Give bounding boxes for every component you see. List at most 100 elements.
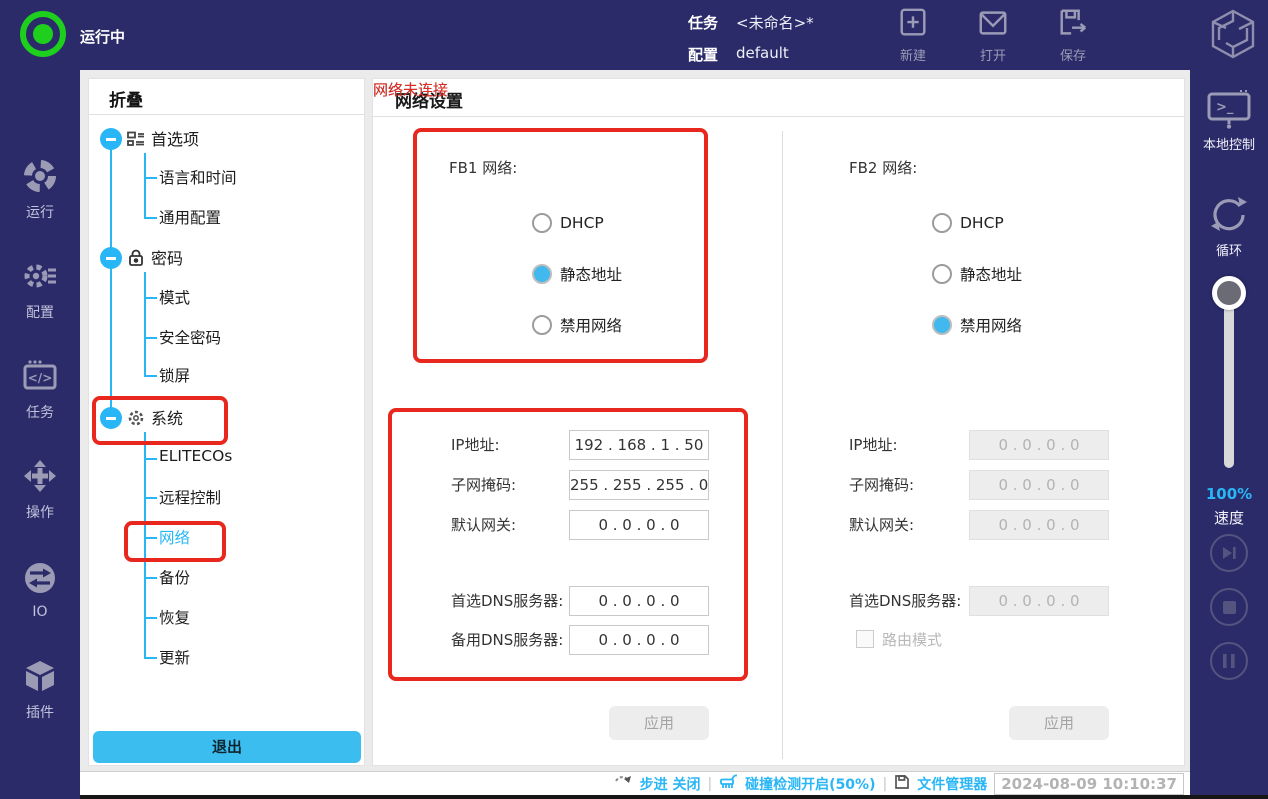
sidebar-item-operate[interactable]: 操作 — [0, 458, 80, 522]
fb1-ip-input[interactable]: 192 . 168 . 1 . 50 — [569, 430, 709, 460]
tree-collapse-node[interactable] — [100, 247, 122, 269]
sidebar-item-run[interactable]: 运行 — [0, 158, 80, 222]
column-divider — [782, 131, 783, 759]
fb2-radio-static[interactable]: 静态地址 — [932, 263, 1022, 285]
config-label: 配置 — [688, 44, 718, 65]
sidebar-item-io[interactable]: IO — [0, 560, 80, 620]
fb2-radio-dhcp[interactable]: DHCP — [932, 213, 1004, 233]
collision-status[interactable]: 碰撞检测开启(50%) — [745, 774, 875, 794]
step-forward-button[interactable] — [1210, 534, 1248, 572]
tree-line — [144, 432, 146, 658]
speed-value: 100% — [1190, 485, 1268, 503]
tree-item-restore[interactable]: 恢复 — [159, 606, 190, 628]
tree-line — [144, 617, 157, 619]
tree-line — [144, 537, 157, 539]
tree-item-safety-password[interactable]: 安全密码 — [159, 326, 221, 348]
new-file-icon — [897, 25, 929, 44]
tree-item-preferences[interactable]: 首选项 — [151, 126, 199, 150]
tree-item-general-config[interactable]: 通用配置 — [159, 206, 221, 228]
exit-button[interactable]: 退出 — [93, 731, 361, 763]
floppy-icon — [894, 774, 910, 794]
fb1-radio-dhcp[interactable]: DHCP — [532, 213, 604, 233]
tree-item-remote-control[interactable]: 远程控制 — [159, 486, 221, 508]
tree-collapse-node[interactable] — [100, 407, 122, 429]
speed-slider-knob[interactable] — [1212, 276, 1246, 310]
fb1-gateway-label: 默认网关: — [451, 510, 516, 540]
fb2-network-label: FB2 网络: — [849, 157, 917, 179]
radio-label: 静态地址 — [560, 263, 622, 285]
sidebar-item-plugin[interactable]: 插件 — [0, 658, 80, 722]
save-icon — [1057, 25, 1089, 44]
radio-icon[interactable] — [532, 213, 552, 233]
file-manager-button[interactable]: 文件管理器 — [917, 774, 987, 794]
tree-item-elitecos[interactable]: ELITECOs — [159, 447, 232, 465]
save-task-label: 保存 — [1041, 45, 1105, 64]
radio-icon[interactable] — [532, 264, 552, 284]
tree-line — [144, 497, 157, 499]
top-bar: 运行中 任务 <未命名>* 配置 default 新建 打开 — [0, 0, 1268, 70]
network-settings-panel: 网络设置 FB1 网络: 网络未连接 DHCP 静态地址 禁用网络 IP地址: … — [372, 78, 1185, 766]
local-control-button[interactable]: >_ — [1207, 88, 1251, 134]
fb1-apply-button[interactable]: 应用 — [609, 706, 709, 740]
open-file-icon — [977, 25, 1009, 44]
sidebar-item-config[interactable]: 配置 — [0, 258, 80, 322]
fb2-apply-button[interactable]: 应用 — [1009, 706, 1109, 740]
fb1-radio-static[interactable]: 静态地址 — [532, 263, 622, 285]
tree-item-language-time[interactable]: 语言和时间 — [159, 166, 237, 188]
router-mode-checkbox — [856, 630, 874, 648]
fb2-gateway-label: 默认网关: — [849, 510, 914, 540]
status-bar: 步进 关闭 | 碰撞检测开启(50%) | 文件管理器 2024-08-09 1… — [80, 771, 1190, 795]
fb1-gateway-input[interactable]: 0 . 0 . 0 . 0 — [569, 510, 709, 540]
lock-icon — [127, 248, 145, 271]
fb2-dns1-input: 0 . 0 . 0 . 0 — [969, 586, 1109, 616]
new-task-label: 新建 — [881, 45, 945, 64]
fb1-dns1-input[interactable]: 0 . 0 . 0 . 0 — [569, 586, 709, 616]
code-window-icon: </> — [22, 379, 58, 398]
collision-icon — [719, 774, 738, 794]
radio-icon[interactable] — [932, 264, 952, 284]
run-icon — [22, 179, 58, 198]
left-sidebar: 运行 配置 </> 任务 — [0, 70, 80, 799]
speed-slider-track[interactable] — [1224, 288, 1234, 468]
tree-line — [144, 217, 157, 219]
tree-line — [144, 375, 157, 377]
tree-item-mode[interactable]: 模式 — [159, 286, 190, 308]
tree-item-password[interactable]: 密码 — [151, 245, 183, 269]
radio-icon[interactable] — [932, 213, 952, 233]
separator: | — [707, 776, 712, 792]
new-task-button[interactable]: 新建 — [881, 6, 945, 64]
tree-collapse-node[interactable] — [100, 128, 122, 150]
task-label: 任务 — [688, 12, 718, 33]
fb1-subnet-input[interactable]: 255 . 255 . 255 . 0 — [569, 470, 709, 500]
fb1-dns2-input[interactable]: 0 . 0 . 0 . 0 — [569, 625, 709, 655]
stop-button[interactable] — [1210, 588, 1248, 626]
collapse-label[interactable]: 折叠 — [109, 86, 143, 111]
step-status[interactable]: 步进 关闭 — [640, 774, 701, 794]
tree-header: 折叠 — [89, 79, 364, 115]
loop-button[interactable] — [1209, 194, 1249, 238]
fb1-radio-disable[interactable]: 禁用网络 — [532, 314, 622, 336]
sidebar-item-task[interactable]: </> 任务 — [0, 358, 80, 422]
radio-icon[interactable] — [932, 315, 952, 335]
panel-header: 网络设置 — [373, 79, 1184, 117]
tree-item-backup[interactable]: 备份 — [159, 566, 190, 588]
step-icon — [613, 774, 633, 794]
list-icon — [127, 131, 145, 151]
tree-item-update[interactable]: 更新 — [159, 646, 190, 668]
speed-label: 速度 — [1190, 507, 1268, 528]
loop-icon — [1209, 194, 1249, 234]
save-task-button[interactable]: 保存 — [1041, 6, 1105, 64]
sidebar-item-label: 插件 — [0, 702, 80, 722]
open-task-button[interactable]: 打开 — [961, 6, 1025, 64]
tree-item-system[interactable]: 系统 — [151, 405, 183, 429]
terminal-icon: >_ — [1207, 88, 1251, 130]
pause-icon — [1223, 654, 1235, 668]
radio-icon[interactable] — [532, 315, 552, 335]
tree-line — [144, 577, 157, 579]
fb1-dns1-label: 首选DNS服务器: — [451, 586, 563, 616]
tree-line — [144, 458, 157, 460]
fb2-radio-disable[interactable]: 禁用网络 — [932, 314, 1022, 336]
tree-item-lock-screen[interactable]: 锁屏 — [159, 364, 190, 386]
tree-item-network[interactable]: 网络 — [159, 526, 190, 548]
pause-button[interactable] — [1210, 642, 1248, 680]
